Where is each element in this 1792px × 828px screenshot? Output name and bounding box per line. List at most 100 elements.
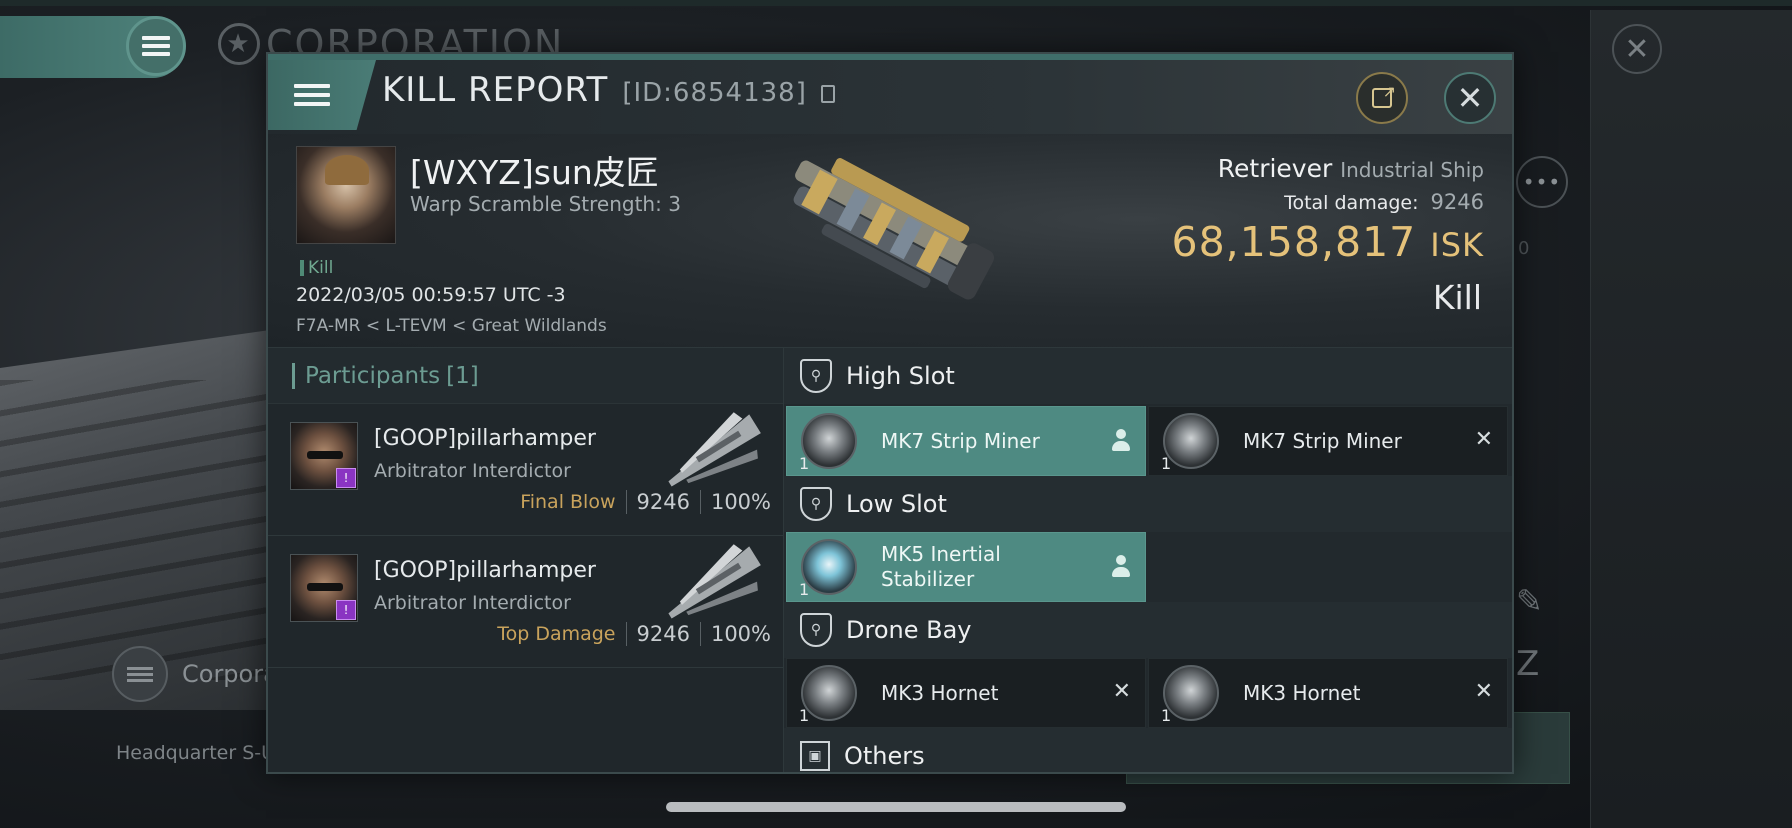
copy-icon[interactable] xyxy=(820,85,835,103)
final-blow-label: Final Blow xyxy=(520,491,616,513)
fitting-panel: ⚲ High Slot 1 MK7 Strip Miner 1 MK7 Stri… xyxy=(784,348,1512,772)
participant-row[interactable]: ! [GOOP]pillarhamper Arbitrator Interdic… xyxy=(268,536,783,668)
headquarter-text: Headquarter S-U xyxy=(116,742,276,764)
module-item[interactable]: 1 MK7 Strip Miner ✕ xyxy=(1148,406,1508,476)
participant-ship: Arbitrator Interdictor xyxy=(374,592,571,614)
low-slot-header: ⚲ Low Slot xyxy=(784,476,1512,532)
modal-title: KILL REPORT [ID:6854138] xyxy=(382,70,835,110)
home-indicator[interactable] xyxy=(666,802,1126,812)
arbitrator-ship-image xyxy=(668,412,761,487)
top-status-bar xyxy=(0,0,1792,6)
menu-circle-icon xyxy=(112,646,168,702)
participant-percent: 100% xyxy=(710,490,771,514)
low-slot-icon: ⚲ xyxy=(800,487,832,521)
participant-avatar[interactable]: ! xyxy=(290,422,358,490)
kill-tag-label: Kill xyxy=(308,258,334,278)
kill-tag: Kill xyxy=(300,258,333,278)
isk-value: 68,158,817 ISK xyxy=(1172,218,1484,266)
isk-unit: ISK xyxy=(1430,226,1484,264)
close-icon: ✕ xyxy=(1456,79,1484,117)
corporation-item-label: Corpora xyxy=(182,660,278,688)
hamburger-icon xyxy=(142,32,170,60)
warp-scramble-strength: Warp Scramble Strength: 3 xyxy=(410,192,681,216)
total-damage: Total damage: 9246 xyxy=(1284,190,1484,214)
inertial-stabilizer-icon: 1 xyxy=(799,539,857,599)
dropped-person-icon xyxy=(1111,429,1131,453)
high-slot-header: ⚲ High Slot xyxy=(784,348,1512,404)
ship-name[interactable]: Retriever xyxy=(1218,154,1333,183)
module-quantity: 1 xyxy=(1161,454,1172,473)
close-button[interactable]: ✕ xyxy=(1444,72,1496,124)
high-slot-label: High Slot xyxy=(846,362,955,390)
participant-stats: Final Blow 9246 100% xyxy=(520,490,771,514)
ship-class: Industrial Ship xyxy=(1340,158,1484,182)
module-item[interactable]: 1 MK3 Hornet ✕ xyxy=(786,658,1146,728)
module-name: MK3 Hornet xyxy=(881,680,999,705)
module-name: MK7 Strip Miner xyxy=(881,428,1040,453)
corp-badge-icon: ! xyxy=(336,468,356,488)
high-slot-icon: ⚲ xyxy=(800,359,832,393)
station-detail xyxy=(0,380,270,680)
report-id: [ID:6854138] xyxy=(622,78,807,108)
modal-title-text: KILL REPORT xyxy=(382,70,609,110)
victim-portrait[interactable] xyxy=(296,146,396,244)
destroyed-x-icon: ✕ xyxy=(1474,679,1493,704)
dropped-person-icon xyxy=(1111,555,1131,579)
participants-label: Participants xyxy=(305,362,441,389)
kill-report-modal: KILL REPORT [ID:6854138] ↗ ✕ [WXYZ]sun皮匠… xyxy=(266,52,1514,774)
participant-stats: Top Damage 9246 100% xyxy=(497,622,771,646)
cargo-box-icon: ▣ xyxy=(800,741,830,771)
destroyed-x-icon: ✕ xyxy=(1474,427,1493,452)
participant-name[interactable]: [GOOP]pillarhamper xyxy=(374,558,596,583)
module-item[interactable]: 1 MK7 Strip Miner xyxy=(786,406,1146,476)
kill-location[interactable]: F7A-MR < L-TEVM < Great Wildlands xyxy=(296,316,607,336)
module-quantity: 1 xyxy=(1161,706,1172,725)
background-close-button[interactable]: ✕ xyxy=(1612,24,1662,74)
participants-header: Participants [1] xyxy=(268,348,783,404)
participant-ship: Arbitrator Interdictor xyxy=(374,460,571,482)
corp-badge-icon: ! xyxy=(336,600,356,620)
participants-panel: Participants [1] ! [GOOP]pillarhamper Ar… xyxy=(268,348,784,772)
module-item[interactable]: 1 MK5 Inertial Stabilizer xyxy=(786,532,1146,602)
participant-avatar[interactable]: ! xyxy=(290,554,358,622)
hornet-drone-icon: 1 xyxy=(799,665,857,725)
share-button[interactable]: ↗ xyxy=(1356,72,1408,124)
hornet-drone-icon: 1 xyxy=(1161,665,1219,725)
retriever-ship-image[interactable] xyxy=(768,148,1004,318)
share-icon: ↗ xyxy=(1372,82,1396,108)
participant-percent: 100% xyxy=(710,622,771,646)
right-side-panel xyxy=(1590,10,1792,828)
participant-name[interactable]: [GOOP]pillarhamper xyxy=(374,426,596,451)
strip-miner-icon: 1 xyxy=(1161,413,1219,473)
module-quantity: 1 xyxy=(799,580,810,599)
more-options-button[interactable]: ••• xyxy=(1516,156,1568,208)
others-label: Others xyxy=(844,742,925,770)
low-slot-label: Low Slot xyxy=(846,490,947,518)
drone-bay-icon: ⚲ xyxy=(800,613,832,647)
participant-damage: 9246 xyxy=(636,622,690,646)
module-name: MK7 Strip Miner xyxy=(1243,428,1402,453)
module-name: MK3 Hornet xyxy=(1243,680,1361,705)
strip-miner-icon: 1 xyxy=(799,413,857,473)
module-item[interactable]: 1 MK3 Hornet ✕ xyxy=(1148,658,1508,728)
total-damage-value: 9246 xyxy=(1430,190,1484,214)
others-header: ▣ Others xyxy=(784,728,1512,772)
hamburger-icon xyxy=(294,79,330,111)
module-quantity: 1 xyxy=(799,706,810,725)
ship-type: Retriever Industrial Ship xyxy=(1218,154,1484,183)
victim-name[interactable]: [WXYZ]sun皮匠 xyxy=(410,146,659,194)
participant-row[interactable]: ! [GOOP]pillarhamper Arbitrator Interdic… xyxy=(268,404,783,536)
main-menu-button[interactable] xyxy=(126,16,186,76)
edit-icon[interactable]: ✎ xyxy=(1516,582,1543,620)
isk-amount: 68,158,817 xyxy=(1171,218,1417,266)
participants-count: [1] xyxy=(446,362,479,389)
drone-bay-header: ⚲ Drone Bay xyxy=(784,602,1512,658)
sort-icon[interactable]: Z xyxy=(1516,644,1539,684)
corporation-menu-item[interactable]: Corpora xyxy=(112,646,278,702)
kill-datetime: 2022/03/05 00:59:57 UTC -3 xyxy=(296,284,566,306)
victim-banner: [WXYZ]sun皮匠 Warp Scramble Strength: 3 Ki… xyxy=(268,134,1512,348)
module-quantity: 1 xyxy=(799,454,810,473)
background-subtext: 0 xyxy=(1518,238,1530,259)
total-damage-label: Total damage: xyxy=(1284,192,1419,214)
star-icon: ★ xyxy=(218,23,260,65)
